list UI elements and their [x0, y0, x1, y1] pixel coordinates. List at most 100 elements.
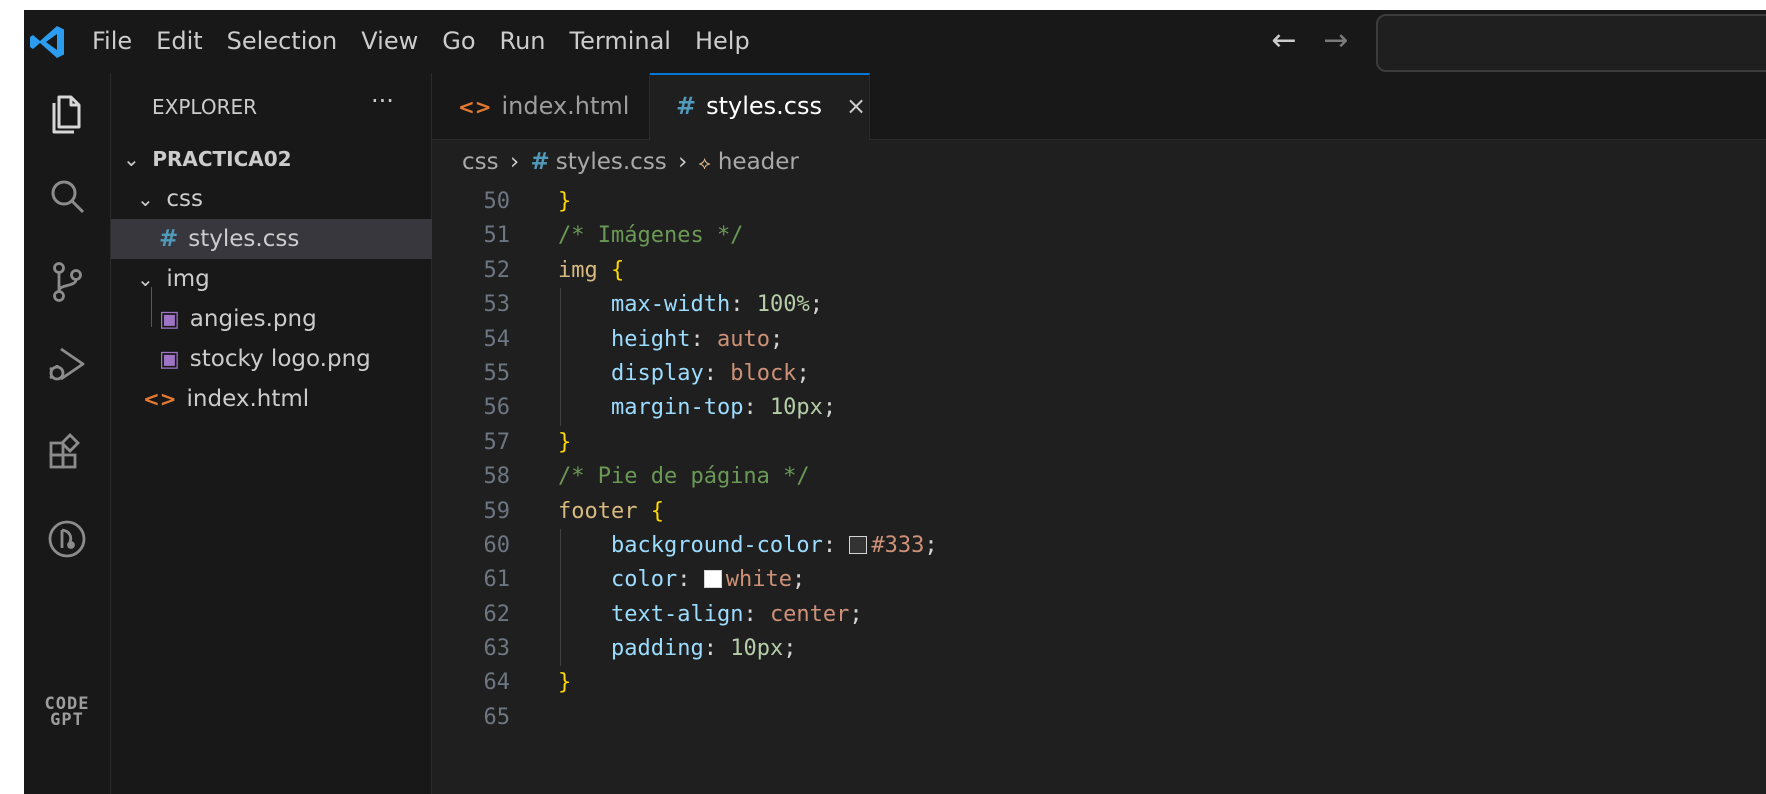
menu-go[interactable]: Go: [430, 10, 487, 73]
code-text: }: [558, 429, 572, 455]
close-icon[interactable]: ×: [846, 92, 866, 120]
code-line: 58 /* Pie de página */: [432, 460, 1766, 494]
chevron-right-icon: ›: [509, 149, 520, 175]
code-text: text-align: center;: [610, 601, 863, 627]
line-number: 61: [483, 567, 511, 593]
code-text: display: block;: [610, 360, 810, 386]
breadcrumb: css › # styles.css › ⟡ header: [462, 145, 799, 179]
menu-run[interactable]: Run: [488, 10, 558, 73]
code-text: /* Imágenes */: [558, 223, 744, 249]
tree-folder-css[interactable]: ⌄ css: [111, 179, 457, 219]
tree-folder-img[interactable]: ⌄ img: [111, 259, 457, 299]
vscode-logo-icon: [30, 26, 64, 58]
git-graph-icon[interactable]: [37, 509, 97, 569]
menu-view[interactable]: View: [349, 10, 430, 73]
code-text: max-width: 100%;: [610, 292, 823, 318]
menu-bar: File Edit Selection View Go Run Terminal…: [80, 10, 762, 73]
back-arrow-icon[interactable]: ←: [1264, 22, 1304, 60]
code-line: 54 height: auto;: [432, 322, 1766, 357]
tab-label: styles.css: [706, 92, 822, 120]
editor-area: <> index.html # styles.css × css › # styles.…: [432, 73, 1766, 794]
tree-file-angies-png[interactable]: ▣ angies.png: [111, 299, 479, 339]
code-text: img {: [558, 257, 625, 283]
code-line: 53 max-width: 100%;: [432, 288, 1766, 323]
code-line: 60 background-color: #333;: [432, 528, 1766, 564]
forward-arrow-icon[interactable]: →: [1316, 22, 1356, 60]
folder-label: css: [166, 186, 203, 212]
explorer-title: EXPLORER: [152, 95, 257, 119]
image-file-icon: ▣: [159, 307, 180, 332]
tab-index-html[interactable]: <> index.html: [432, 73, 650, 139]
line-number: 50: [483, 189, 511, 214]
code-text: margin-top: 10px;: [610, 395, 837, 421]
folder-label: img: [166, 266, 210, 292]
chevron-right-icon: ›: [678, 149, 688, 175]
breadcrumb-item[interactable]: css: [462, 149, 499, 175]
search-icon[interactable]: [37, 167, 97, 227]
code-line: 61 color: white;: [432, 563, 1766, 598]
code-text: background-color: #333;: [610, 532, 938, 558]
command-center-search[interactable]: [1376, 14, 1766, 72]
code-text: }: [558, 189, 572, 214]
navigation-arrows: ← →: [1264, 22, 1356, 60]
line-number: 64: [483, 670, 511, 696]
code-text: height: auto;: [610, 326, 784, 352]
line-number: 57: [483, 429, 511, 455]
codegpt-icon[interactable]: CODE GPT: [34, 696, 100, 729]
line-number: 59: [483, 498, 511, 524]
run-debug-icon[interactable]: [37, 335, 97, 395]
more-actions-icon[interactable]: ···: [371, 87, 394, 115]
line-number: 53: [483, 292, 511, 318]
selector-symbol-icon: ⟡: [698, 153, 711, 174]
css-hash-icon: #: [676, 92, 697, 120]
file-label: styles.css: [188, 226, 300, 252]
explorer-icon[interactable]: [37, 83, 97, 143]
tree-file-index-html[interactable]: <> index.html: [111, 379, 463, 419]
menu-help[interactable]: Help: [683, 10, 762, 73]
line-number: 58: [483, 464, 511, 490]
code-line: 63 padding: 10px;: [432, 632, 1766, 667]
tree-file-styles-css[interactable]: # styles.css: [111, 219, 479, 259]
line-number: 55: [483, 360, 511, 386]
menu-terminal[interactable]: Terminal: [558, 10, 683, 73]
code-text: color: white;: [610, 567, 806, 593]
line-number: 63: [483, 636, 511, 662]
code-text: footer {: [558, 498, 664, 524]
tab-label: index.html: [501, 92, 630, 120]
activity-bar: CODE GPT: [24, 73, 111, 794]
explorer-sidebar: EXPLORER ··· ⌄ PRACTICA02 ⌄ css # styles.…: [111, 73, 479, 794]
source-control-icon[interactable]: [37, 251, 97, 311]
menu-file[interactable]: File: [80, 10, 144, 73]
code-line: 64}: [432, 666, 1766, 700]
tree-file-stocky-logo-png[interactable]: ▣ stocky logo.png: [111, 339, 479, 379]
title-bar: File Edit Selection View Go Run Terminal…: [24, 10, 1766, 73]
code-text: /* Pie de página */: [558, 464, 810, 490]
file-label: angies.png: [189, 306, 317, 332]
extensions-icon[interactable]: [37, 419, 97, 479]
menu-edit[interactable]: Edit: [144, 10, 214, 73]
breadcrumb-item[interactable]: styles.css: [556, 149, 667, 175]
code-text: }: [558, 670, 572, 696]
chevron-down-icon: ⌄: [137, 267, 154, 291]
root-folder-label: PRACTICA02: [152, 147, 292, 171]
line-number: 52: [483, 257, 511, 283]
vscode-window: File Edit Selection View Go Run Terminal…: [24, 10, 1766, 794]
file-label: stocky logo.png: [189, 346, 371, 372]
line-number: 54: [483, 326, 511, 352]
image-file-icon: ▣: [159, 347, 180, 372]
code-line: 55 display: block;: [432, 356, 1766, 392]
code-line: 51 /* Imágenes */: [432, 219, 1766, 253]
code-line: 56 margin-top: 10px;: [432, 391, 1766, 426]
menu-selection[interactable]: Selection: [215, 10, 350, 73]
tree-root-folder[interactable]: ⌄ PRACTICA02: [111, 139, 443, 179]
code-editor[interactable]: 50} 51 /* Imágenes */ 52 img { 53 max-width: …: [432, 185, 1766, 735]
line-number: 51: [483, 223, 511, 249]
color-swatch[interactable]: [849, 535, 868, 554]
chevron-down-icon: ⌄: [137, 187, 154, 211]
line-number: 62: [483, 601, 511, 627]
tab-styles-css[interactable]: # styles.css ×: [650, 73, 870, 140]
breadcrumb-item[interactable]: header: [718, 149, 799, 175]
line-number: 65: [483, 704, 511, 730]
line-number: 60: [483, 532, 511, 558]
color-swatch[interactable]: [703, 570, 722, 589]
